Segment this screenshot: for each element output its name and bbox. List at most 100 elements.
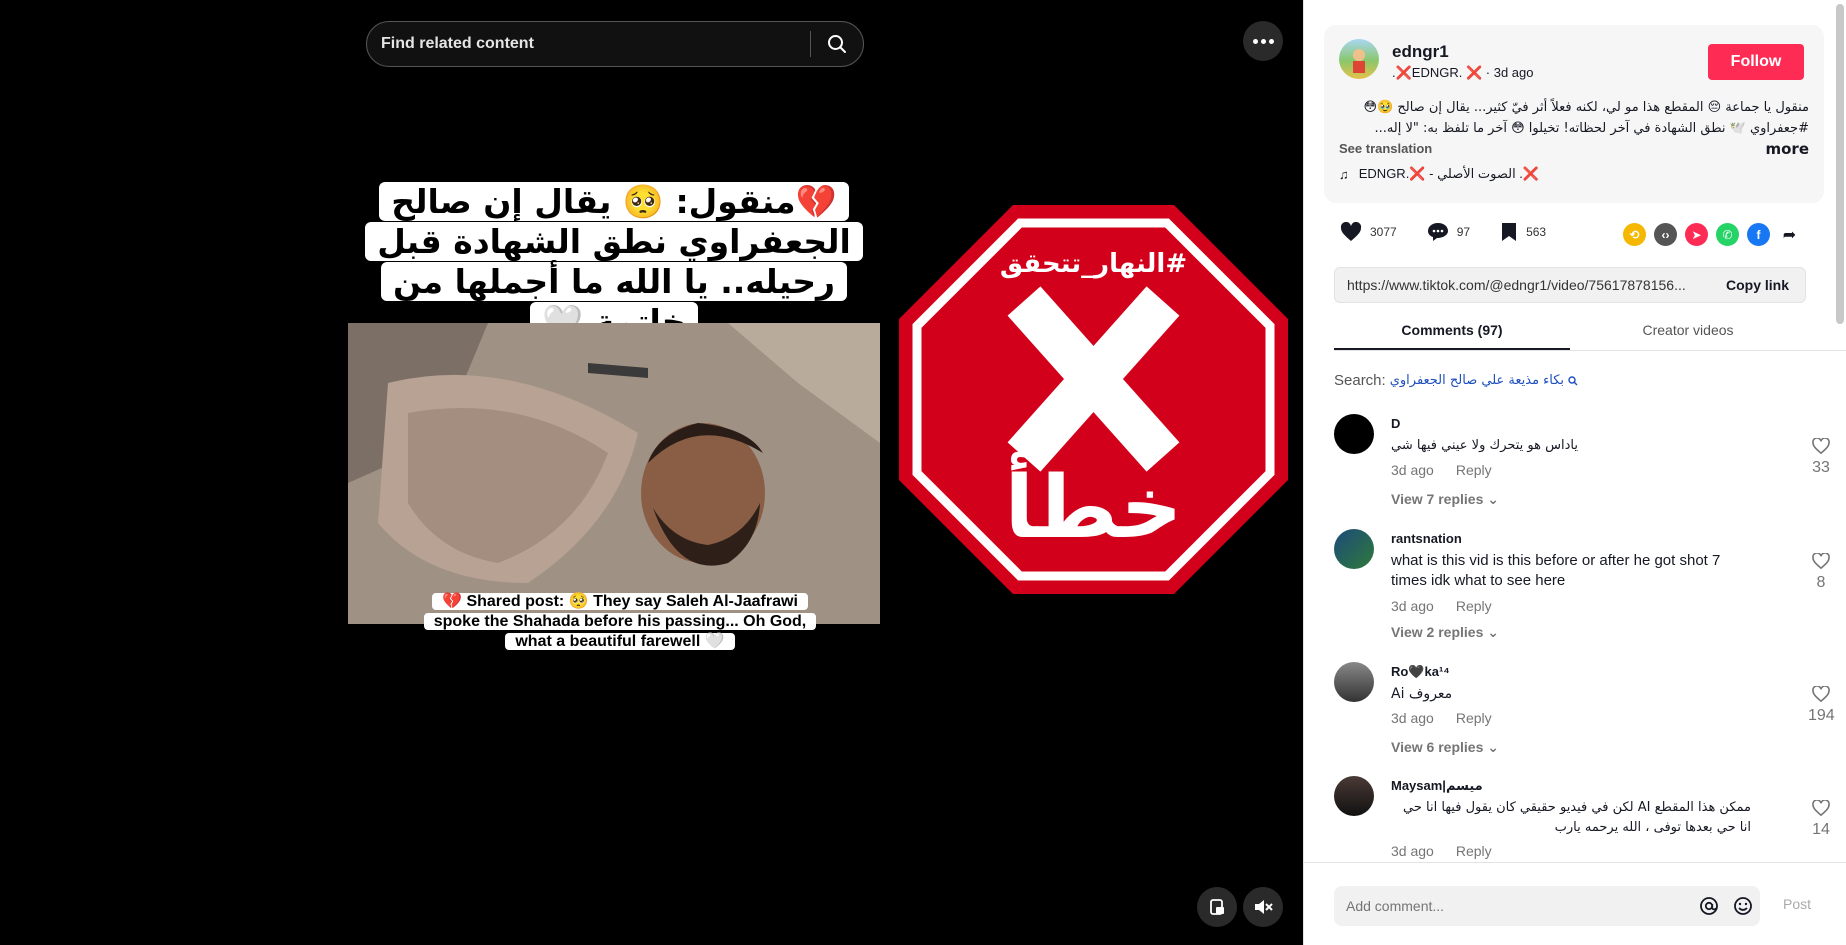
repost-icon[interactable]: ⟲ [1623,223,1646,246]
comment-username[interactable]: rantsnation [1391,531,1462,546]
view-replies-label: View 6 replies [1391,739,1484,755]
like-button[interactable]: 3077 [1340,222,1397,242]
comment-avatar[interactable] [1334,529,1374,569]
save-count: 563 [1526,225,1547,239]
comment-search-suggestion[interactable]: Search: بكاء مذيعة علي صالح الجعفراوي [1334,372,1578,389]
post-time: · 3d ago [1485,65,1534,80]
heart-outline-icon [1812,685,1830,703]
floating-player-button[interactable] [1197,887,1237,927]
tab-creator-videos[interactable]: Creator videos [1570,313,1806,350]
comment-meta: 3d ago Reply [1391,598,1492,614]
music-link[interactable]: ♫ EDNGR.❌ - الصوت الأصلي .❌ [1339,166,1539,182]
search-input[interactable] [367,35,810,53]
comment-like-count: 14 [1812,821,1830,838]
comment-item: rantsnation what is this vid is this bef… [1334,529,1834,641]
action-bar: 3077 97 563 [1340,222,1576,242]
details-panel: edngr1 .❌EDNGR. ❌ · 3d ago Follow منقول … [1303,0,1846,945]
send-to-friends-icon[interactable]: ➤ [1685,223,1708,246]
heart-icon [1340,222,1362,241]
author-nickname: .❌EDNGR. ❌ · 3d ago [1392,65,1533,81]
video-frame-image [348,323,880,624]
comment-item: Ro🖤ka¹⁴ معروف Ai 3d ago Reply View 6 repl… [1334,662,1835,762]
video-caption-arabic: 💔منقول: 🥺 يقال إن صالح الجعفراوي نطق الش… [348,182,880,342]
comment-like-button[interactable]: 194 [1808,685,1835,725]
view-replies-label: View 2 replies [1391,624,1484,640]
nickname-text: .❌EDNGR. ❌ [1392,65,1483,80]
facebook-icon[interactable]: f [1747,223,1770,246]
see-translation-link[interactable]: See translation [1339,141,1432,156]
comment-time: 3d ago [1391,843,1434,859]
tab-comments[interactable]: Comments (97) [1334,313,1570,350]
view-replies-button[interactable]: View 2 replies ⌄ [1391,624,1499,641]
comment-text: ياداس هو يتحرك ولا عيني فيها شي [1391,438,1578,453]
video-caption-english: 💔 Shared post: 🥺 They say Saleh Al-Jaafr… [420,592,820,652]
comment-like-button[interactable]: 14 [1808,799,1834,839]
comment-avatar[interactable] [1334,776,1374,816]
panel-tabs: Comments (97) Creator videos [1334,313,1846,351]
mute-button[interactable] [1243,887,1283,927]
at-sign-icon [1700,897,1718,915]
comment-button[interactable]: 97 [1427,222,1470,242]
reply-button[interactable]: Reply [1456,843,1492,859]
comment-time: 3d ago [1391,598,1434,614]
share-arrow-icon[interactable]: ➦ [1778,223,1801,246]
search-button[interactable] [811,22,863,66]
chevron-down-icon: ⌄ [1487,624,1499,640]
description-card: edngr1 .❌EDNGR. ❌ · 3d ago Follow منقول … [1324,25,1824,203]
comment-username[interactable]: D [1391,416,1400,431]
comment-avatar[interactable] [1334,662,1374,702]
comment-like-count: 33 [1812,459,1830,476]
comment-item: D ياداس هو يتحرك ولا عيني فيها شي 3d ago… [1334,414,1834,514]
copy-link-button[interactable]: Copy link [1710,268,1805,302]
author-avatar[interactable] [1339,39,1379,79]
scrollbar[interactable] [1836,4,1844,324]
comment-text: معروف Ai [1391,686,1453,702]
bookmark-icon [1502,223,1517,241]
comment-username[interactable]: Maysam|ميسم [1391,778,1483,794]
comment-like-button[interactable]: 8 [1808,552,1834,592]
like-count: 3077 [1370,225,1397,239]
comment-meta: 3d ago Reply [1391,462,1492,478]
description-text: منقول يا جماعة 😔 المقطع هذا مو لي، لكنه … [1363,100,1809,136]
follow-button[interactable]: Follow [1708,44,1804,80]
comment-username[interactable]: Ro🖤ka¹⁴ [1391,664,1450,680]
emoji-button[interactable] [1726,896,1760,916]
comment-meta: 3d ago Reply [1391,843,1492,859]
stamp-false-label: خطأ [1004,458,1183,558]
add-comment-bar: Post [1304,862,1846,945]
search-bar [366,21,864,67]
heart-outline-icon [1812,552,1830,570]
reply-button[interactable]: Reply [1456,462,1492,478]
chevron-down-icon: ⌄ [1487,739,1499,755]
heart-outline-icon [1812,799,1830,817]
heart-outline-icon [1812,437,1830,455]
comment-text: what is this vid is this before or after… [1391,552,1721,589]
author-username[interactable]: edngr1 [1392,42,1449,62]
comment-icon [1427,223,1448,241]
reply-button[interactable]: Reply [1456,710,1492,726]
emoji-icon [1734,897,1752,915]
view-replies-label: View 7 replies [1391,491,1484,507]
reply-button[interactable]: Reply [1456,598,1492,614]
view-replies-button[interactable]: View 7 replies ⌄ [1391,491,1499,508]
video-player[interactable]: 💔منقول: 🥺 يقال إن صالح الجعفراوي نطق الش… [0,0,1303,945]
more-link[interactable]: more [1765,140,1809,158]
add-comment-input[interactable] [1334,898,1692,914]
embed-icon[interactable]: ‹› [1654,223,1677,246]
whatsapp-icon[interactable]: ✆ [1716,223,1739,246]
post-comment-button[interactable]: Post [1783,896,1811,912]
search-icon [828,35,846,53]
video-link-text[interactable]: https://www.tiktok.com/@edngr1/video/756… [1335,277,1710,293]
comment-search-query[interactable]: بكاء مذيعة علي صالح الجعفراوي [1390,373,1564,388]
person-lying-image [348,323,880,624]
mention-button[interactable] [1692,896,1726,916]
comment-avatar[interactable] [1334,414,1374,454]
view-replies-button[interactable]: View 6 replies ⌄ [1391,739,1499,756]
comment-like-button[interactable]: 33 [1808,437,1834,477]
comment-time: 3d ago [1391,462,1434,478]
more-options-button[interactable] [1243,21,1283,61]
share-icons: ⟲ ‹› ➤ ✆ f ➦ [1623,223,1801,246]
comment-count: 97 [1456,225,1471,239]
music-note-icon: ♫ [1339,166,1349,182]
save-button[interactable]: 563 [1500,222,1546,242]
